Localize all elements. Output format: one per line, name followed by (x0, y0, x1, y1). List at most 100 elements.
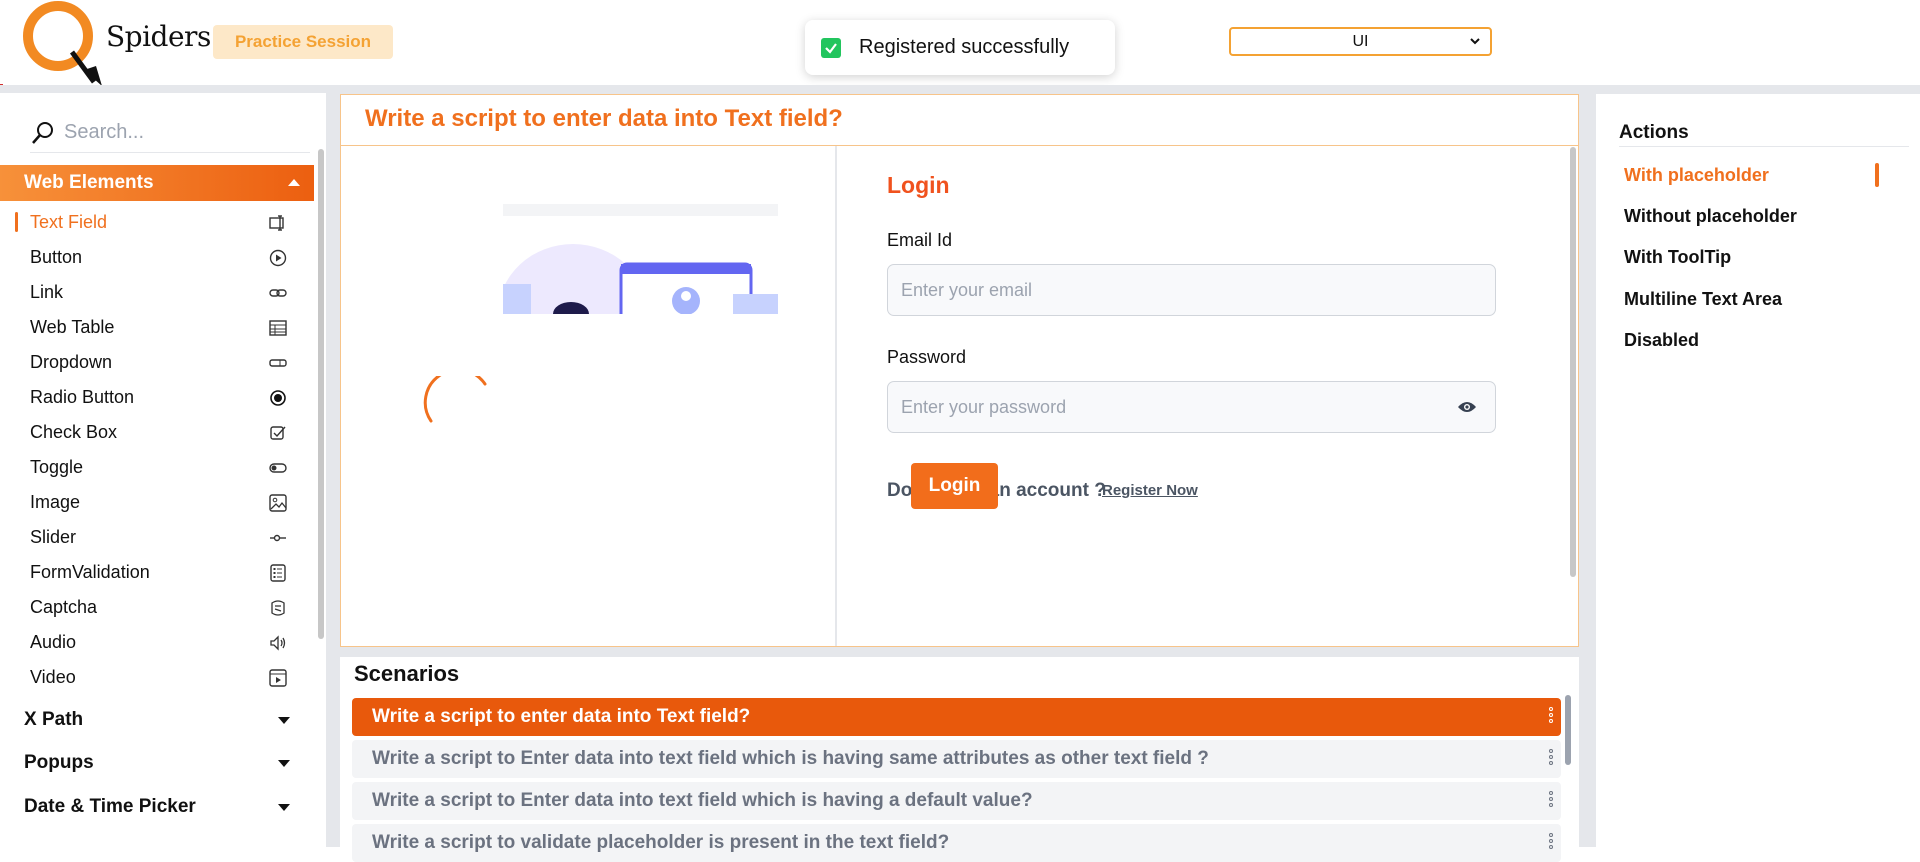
active-action-indicator (1875, 163, 1879, 187)
group-x-path[interactable]: X Path (0, 700, 314, 740)
slider-icon (270, 534, 286, 542)
sidebar-item-label: Toggle (30, 457, 84, 477)
sidebar-item-label: Check Box (30, 422, 118, 442)
checkbox-icon (270, 426, 286, 440)
scenarios-title: Scenarios (354, 661, 460, 686)
success-toast: Registered successfully (805, 20, 1115, 75)
sidebar-item-link[interactable]: Link (0, 275, 314, 310)
sidebar-item-audio[interactable]: Audio (0, 625, 314, 660)
link-icon (269, 289, 287, 297)
practice-session-badge[interactable]: Practice Session (213, 25, 393, 59)
sidebar-scrollbar[interactable] (318, 149, 324, 639)
sidebar-item-video[interactable]: Video (0, 660, 314, 695)
sidebar-item-formvalidation[interactable]: FormValidation (0, 555, 314, 590)
exercise-card: Write a script to enter data into Text f… (340, 94, 1579, 647)
sidebar-item-label: Dropdown (30, 352, 113, 372)
group-date-time-picker[interactable]: Date & Time Picker (0, 787, 314, 827)
text-field-icon (269, 215, 284, 231)
scenario-text: Write a script to Enter data into text f… (372, 790, 1033, 811)
toast-message: Registered successfully (859, 36, 1070, 58)
sidebar-item-image[interactable]: Image (0, 485, 314, 520)
scenario-item[interactable]: Write a script to Enter data into text f… (352, 782, 1561, 820)
actions-panel: Actions With placeholder Without placeho… (1596, 94, 1920, 847)
loading-spinner-icon (423, 376, 487, 423)
illustration-panel (341, 146, 837, 646)
qspiders-logo[interactable]: Spiders (22, 0, 211, 86)
mode-select-value: UI (1352, 32, 1369, 50)
register-now-link[interactable]: Register Now (1102, 482, 1198, 499)
group-popups[interactable]: Popups (0, 743, 314, 783)
sidebar-item-radio-button[interactable]: Radio Button (0, 380, 314, 415)
sidebar-search[interactable]: Search... (30, 113, 310, 153)
scenario-item-active[interactable]: Write a script to enter data into Text f… (352, 698, 1561, 736)
scenario-item[interactable]: Write a script to Enter data into text f… (352, 740, 1561, 778)
search-input[interactable]: Search... (64, 121, 144, 144)
actions-title: Actions (1619, 122, 1689, 143)
sidebar-item-label: Button (30, 247, 83, 267)
more-vertical-icon[interactable] (1549, 707, 1553, 727)
group-web-elements-label: Web Elements (24, 172, 154, 193)
group-label: Date & Time Picker (24, 796, 196, 817)
sidebar-item-toggle[interactable]: Toggle (0, 450, 314, 485)
toggle-icon (269, 463, 287, 473)
mode-select[interactable]: UI (1229, 27, 1492, 56)
more-vertical-icon[interactable] (1549, 833, 1553, 853)
sidebar-item-label: Web Table (30, 317, 115, 337)
eye-icon[interactable] (1457, 400, 1477, 414)
card-scrollbar[interactable] (1570, 147, 1576, 577)
email-placeholder: Enter your email (901, 279, 1033, 300)
sidebar-item-label: Image (30, 492, 81, 512)
sidebar-item-slider[interactable]: Slider (0, 520, 314, 555)
group-web-elements[interactable]: Web Elements (0, 165, 314, 201)
action-multiline-text-area[interactable]: Multiline Text Area (1624, 289, 1782, 310)
password-field[interactable]: Enter your password (887, 381, 1496, 433)
check-icon (821, 37, 841, 58)
sidebar-item-label: Audio (30, 632, 77, 652)
login-button[interactable]: Login (911, 463, 998, 509)
sidebar-item-label: Link (30, 282, 64, 302)
sidebar-item-web-table[interactable]: Web Table (0, 310, 314, 345)
more-vertical-icon[interactable] (1549, 749, 1553, 769)
login-heading: Login (887, 172, 950, 198)
radio-icon (270, 390, 286, 406)
top-header: Spiders Practice Session Registered succ… (0, 0, 1920, 92)
email-label: Email Id (887, 230, 953, 250)
captcha-icon (271, 600, 285, 616)
scenarios-scrollbar[interactable] (1565, 695, 1571, 765)
web-elements-list: Text Field Button Link Web Table Dropdow… (0, 205, 314, 695)
dropdown-icon (269, 359, 287, 367)
scenario-text: Write a script to Enter data into text f… (372, 748, 1209, 769)
scenario-item[interactable]: Write a script to validate placeholder i… (352, 824, 1561, 862)
group-label: X Path (24, 709, 84, 730)
action-with-tooltip[interactable]: With ToolTip (1624, 247, 1731, 268)
sidebar-item-text-field[interactable]: Text Field (0, 205, 314, 240)
password-label: Password (887, 347, 967, 367)
sidebar-item-label: FormValidation (30, 562, 150, 582)
more-vertical-icon[interactable] (1549, 791, 1553, 811)
sidebar: Search... Web Elements Text Field Button… (0, 93, 326, 847)
sidebar-item-label: Text Field (30, 212, 108, 232)
scenarios-panel: Scenarios Write a script to enter data i… (340, 657, 1579, 862)
sidebar-item-check-box[interactable]: Check Box (0, 415, 314, 450)
action-disabled[interactable]: Disabled (1624, 330, 1699, 351)
action-without-placeholder[interactable]: Without placeholder (1624, 206, 1797, 227)
logo-text: Spiders (106, 20, 211, 53)
scenario-text: Write a script to enter data into Text f… (372, 706, 751, 727)
play-circle-icon (269, 249, 287, 267)
table-icon (269, 320, 287, 336)
action-with-placeholder[interactable]: With placeholder (1624, 165, 1769, 186)
logo-mark-icon (23, 1, 102, 86)
actions-divider (1619, 146, 1909, 147)
sidebar-item-button[interactable]: Button (0, 240, 314, 275)
login-illustration-icon (503, 204, 778, 314)
video-icon (269, 669, 287, 687)
password-placeholder: Enter your password (901, 396, 1067, 417)
sidebar-item-captcha[interactable]: Captcha (0, 590, 314, 625)
scenario-text: Write a script to validate placeholder i… (372, 832, 950, 853)
sidebar-item-dropdown[interactable]: Dropdown (0, 345, 314, 380)
sidebar-item-label: Captcha (30, 597, 98, 617)
image-icon (269, 494, 287, 512)
caret-down-icon (278, 804, 290, 811)
speaker-icon (270, 635, 286, 651)
email-field[interactable]: Enter your email (887, 264, 1496, 316)
